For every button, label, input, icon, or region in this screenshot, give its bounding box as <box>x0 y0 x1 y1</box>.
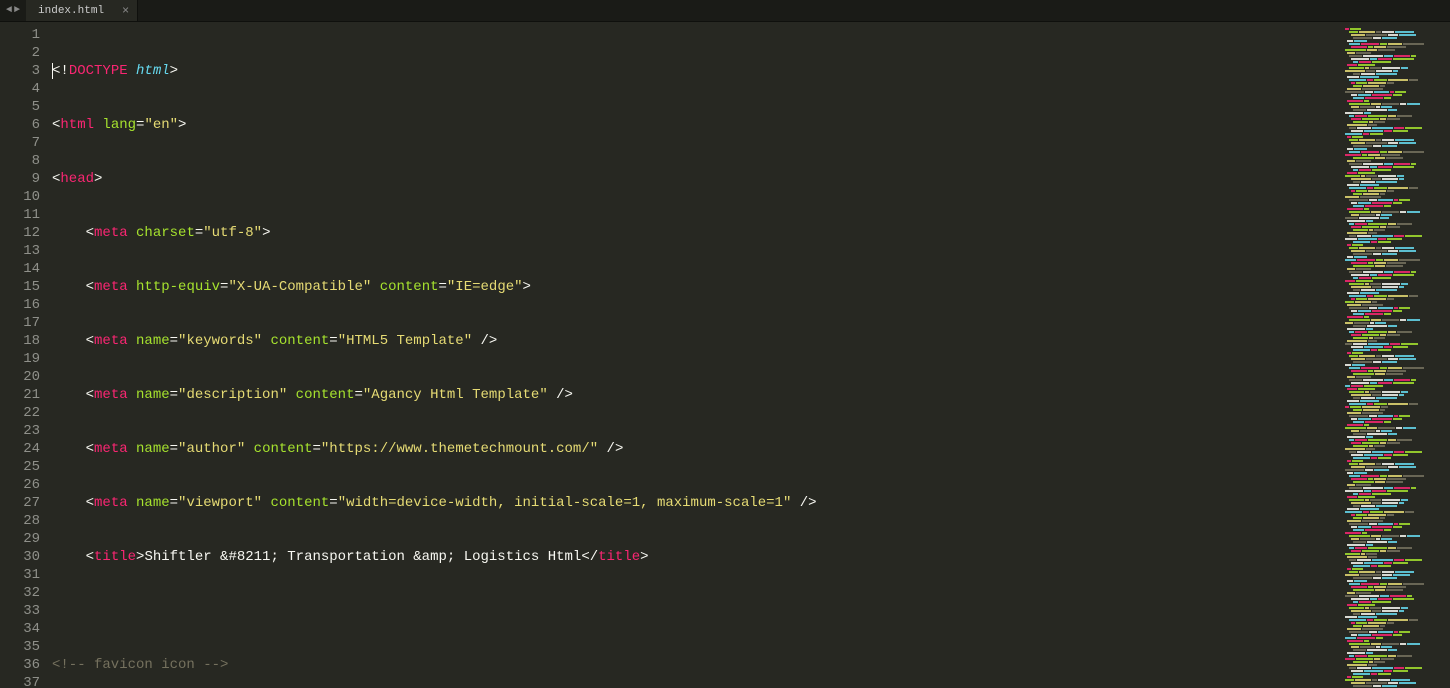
line-number: 11 <box>0 206 40 224</box>
line-number: 36 <box>0 656 40 674</box>
nav-back-icon[interactable]: ◄ <box>6 5 12 16</box>
minimap[interactable] <box>1340 22 1450 688</box>
nav-forward-icon[interactable]: ► <box>14 5 20 16</box>
line-number: 34 <box>0 620 40 638</box>
close-icon[interactable]: × <box>122 4 129 18</box>
tab-filename: index.html <box>38 5 104 17</box>
line-number: 28 <box>0 512 40 530</box>
nav-arrows: ◄ ► <box>0 0 26 21</box>
line-number: 16 <box>0 296 40 314</box>
line-number: 6 <box>0 116 40 134</box>
line-number: 10 <box>0 188 40 206</box>
line-number: 30 <box>0 548 40 566</box>
line-number: 20 <box>0 368 40 386</box>
line-number: 26 <box>0 476 40 494</box>
line-number: 35 <box>0 638 40 656</box>
line-number: 23 <box>0 422 40 440</box>
line-number: 17 <box>0 314 40 332</box>
line-number: 4 <box>0 80 40 98</box>
line-number: 9 <box>0 170 40 188</box>
line-number: 18 <box>0 332 40 350</box>
line-number: 15 <box>0 278 40 296</box>
line-number: 24 <box>0 440 40 458</box>
code-area[interactable]: <!DOCTYPE html> <html lang="en"> <head> … <box>52 22 1340 688</box>
editor: 1234567891011121314151617181920212223242… <box>0 22 1450 688</box>
line-number: 8 <box>0 152 40 170</box>
line-number: 13 <box>0 242 40 260</box>
titlebar: ◄ ► index.html × <box>0 0 1450 22</box>
line-number: 7 <box>0 134 40 152</box>
line-number: 3 <box>0 62 40 80</box>
line-number: 22 <box>0 404 40 422</box>
line-number: 12 <box>0 224 40 242</box>
line-number: 29 <box>0 530 40 548</box>
line-number-gutter: 1234567891011121314151617181920212223242… <box>0 22 52 688</box>
line-number: 14 <box>0 260 40 278</box>
file-tab-active[interactable]: index.html × <box>26 0 138 21</box>
line-number: 33 <box>0 602 40 620</box>
line-number: 19 <box>0 350 40 368</box>
line-number: 31 <box>0 566 40 584</box>
line-number: 1 <box>0 26 40 44</box>
line-number: 27 <box>0 494 40 512</box>
line-number: 5 <box>0 98 40 116</box>
line-number: 2 <box>0 44 40 62</box>
line-number: 32 <box>0 584 40 602</box>
line-number: 37 <box>0 674 40 688</box>
line-number: 25 <box>0 458 40 476</box>
line-number: 21 <box>0 386 40 404</box>
